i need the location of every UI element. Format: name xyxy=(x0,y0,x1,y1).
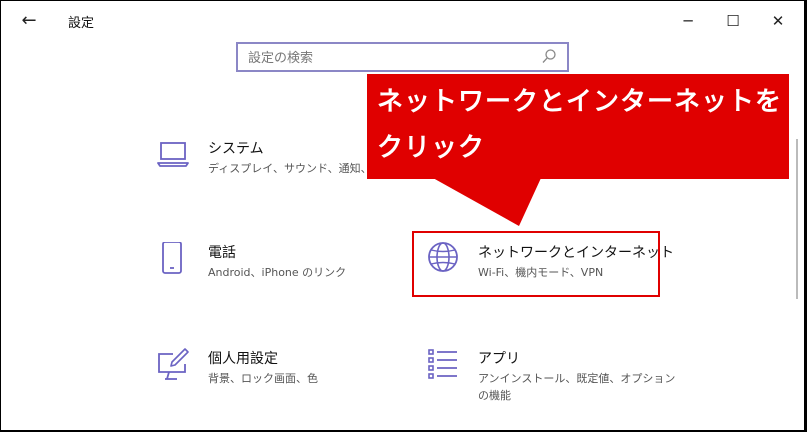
window-title: 設定 xyxy=(68,16,95,31)
callout-line: ネットワークとインターネットを xyxy=(377,87,783,117)
search-box[interactable] xyxy=(236,42,569,72)
apps-icon xyxy=(427,348,461,382)
phone-icon xyxy=(157,241,191,276)
settings-window: ← 設定 ─ ☐ ✕ システム ディスプレイ、サウンド、通知、電源 電話 And… xyxy=(1,1,804,430)
title-bar: ← 設定 ─ ☐ ✕ xyxy=(1,1,804,41)
category-name: アプリ xyxy=(478,351,520,367)
maximize-button[interactable]: ☐ xyxy=(719,8,747,34)
search-icon xyxy=(541,48,559,68)
callout-line: クリック xyxy=(377,133,486,163)
close-button[interactable]: ✕ xyxy=(764,8,792,34)
category-name: 個人用設定 xyxy=(208,351,278,367)
category-name: システム xyxy=(208,141,264,157)
category-description-line: アンインストール、既定値、オプション xyxy=(478,372,676,385)
category-system[interactable]: システム ディスプレイ、サウンド、通知、電源 xyxy=(157,138,394,188)
back-button[interactable]: ← xyxy=(15,9,43,33)
highlight-box xyxy=(412,231,660,297)
personalization-icon xyxy=(157,348,191,382)
category-name: 電話 xyxy=(208,245,236,261)
category-description: アンインストール、既定値、オプション の機能 xyxy=(478,370,675,404)
category-apps[interactable]: アプリ アンインストール、既定値、オプション の機能 xyxy=(427,348,675,408)
category-description: Android、iPhone のリンク xyxy=(208,266,347,279)
callout-pointer xyxy=(433,178,541,226)
category-phone[interactable]: 電話 Android、iPhone のリンク xyxy=(157,241,377,292)
category-description: ディスプレイ、サウンド、通知、電源 xyxy=(208,162,394,175)
category-description: 背景、ロック画面、色 xyxy=(208,372,318,385)
search-input[interactable] xyxy=(248,48,538,68)
category-description-line: の機能 xyxy=(478,389,511,402)
category-personalization[interactable]: 個人用設定 背景、ロック画面、色 xyxy=(157,348,377,398)
callout-text: ネットワークとインターネットを クリック xyxy=(377,79,787,171)
laptop-icon xyxy=(157,138,191,172)
scrollbar[interactable] xyxy=(796,139,798,299)
minimize-button[interactable]: ─ xyxy=(674,8,702,34)
